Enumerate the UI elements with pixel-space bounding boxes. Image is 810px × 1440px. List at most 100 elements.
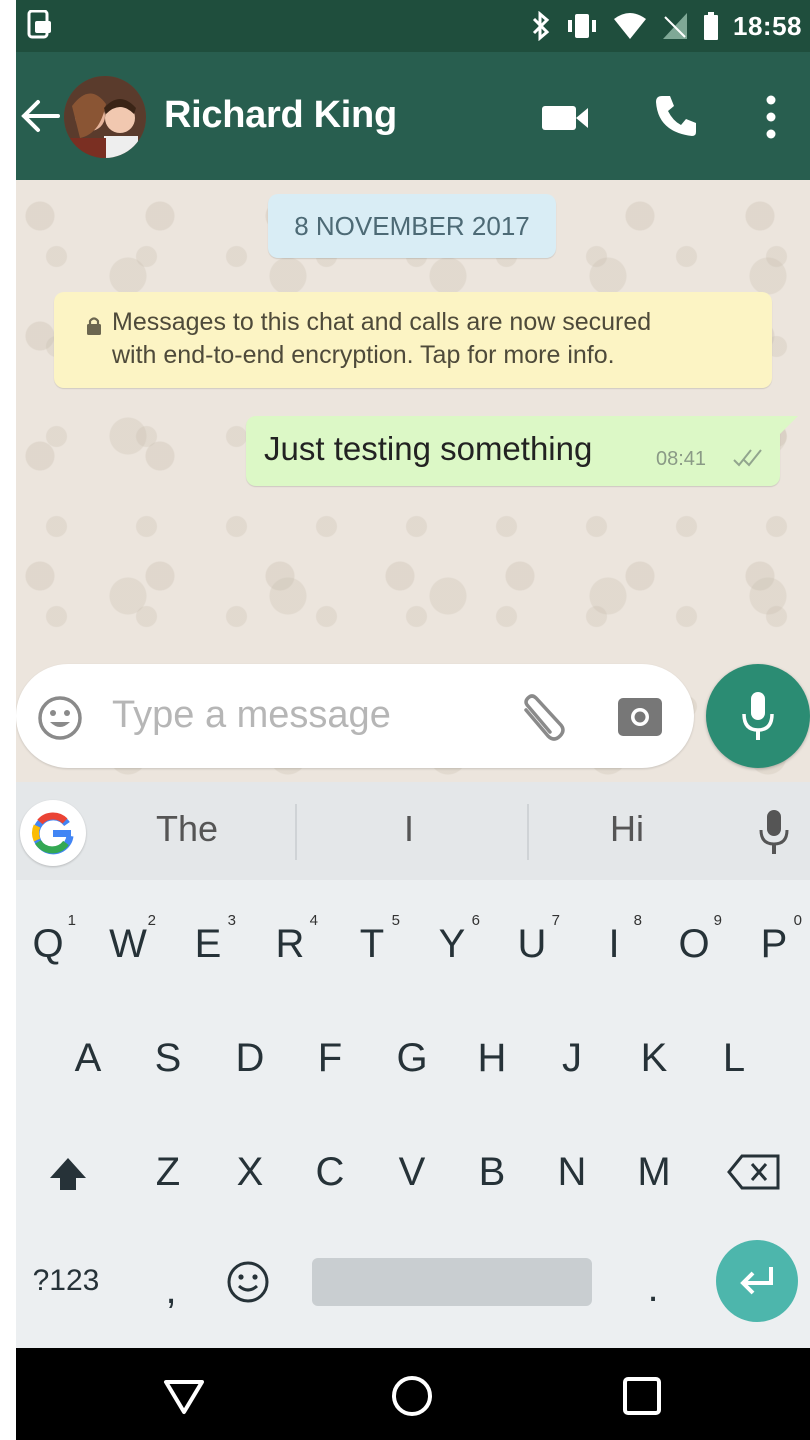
key-p[interactable]: P0 [752,912,802,967]
more-vert-icon[interactable] [758,92,784,142]
lock-icon [87,317,101,335]
key-c[interactable]: C [308,1150,352,1195]
key-i[interactable]: I8 [592,912,642,967]
key-w[interactable]: W2 [106,912,156,967]
key-s[interactable]: S [146,1036,190,1081]
home-nav-icon[interactable] [390,1374,434,1418]
recents-nav-icon[interactable] [620,1374,664,1418]
camera-icon[interactable] [616,694,664,738]
status-icons: 18:58 [531,8,802,44]
suggestion-divider [295,804,297,860]
voice-input-icon[interactable] [758,806,790,858]
key-number-hint: 6 [471,912,480,929]
key-label: I [608,922,620,966]
phone-screen: 18:58 Richard King 8 NOVEMBER 2017 Messa… [16,0,810,1440]
avatar-photo [64,76,146,158]
encryption-line-1: Messages to this chat and calls are now … [112,308,652,336]
key-label: T [359,922,385,966]
period-key[interactable]: . [638,1266,668,1311]
back-arrow-icon[interactable] [18,94,62,138]
message-time: 08:41 [656,448,707,470]
key-j[interactable]: J [550,1036,594,1081]
screenshot-icon [27,10,51,39]
message-input[interactable]: Type a message [112,694,391,737]
suggestion-strip: The I Hi [16,782,810,880]
key-f[interactable]: F [308,1036,352,1081]
key-m[interactable]: M [632,1150,676,1195]
key-d[interactable]: D [228,1036,272,1081]
message-text: Just testing something [264,430,593,467]
spacebar[interactable] [312,1258,592,1306]
backspace-icon[interactable] [726,1152,782,1192]
key-o[interactable]: O9 [672,912,722,967]
contact-name[interactable]: Richard King [164,94,397,137]
key-x[interactable]: X [228,1150,272,1195]
key-z[interactable]: Z [146,1150,190,1195]
bluetooth-icon [532,11,550,41]
key-b[interactable]: B [470,1150,514,1195]
key-number-hint: 7 [551,912,560,929]
key-k[interactable]: K [632,1036,676,1081]
key-e[interactable]: E3 [186,912,236,967]
key-n[interactable]: N [550,1150,594,1195]
key-label: R [275,922,305,966]
no-signal-icon [663,13,687,39]
key-number-hint: 3 [227,912,236,929]
double-check-icon [733,449,762,467]
chat-header: Richard King [16,52,810,180]
key-u[interactable]: U7 [510,912,560,967]
key-label: U [517,922,547,966]
status-time: 18:58 [733,10,802,41]
key-number-hint: 5 [391,912,400,929]
key-label: W [109,922,147,966]
key-number-hint: 0 [793,912,802,929]
key-y[interactable]: Y6 [430,912,480,967]
key-label: E [194,922,222,966]
video-call-icon[interactable] [540,100,592,136]
shift-icon[interactable] [46,1152,90,1196]
key-number-hint: 4 [309,912,318,929]
google-icon[interactable] [20,800,86,866]
attach-icon[interactable] [512,692,568,744]
message-input-bar: Type a message [16,664,694,768]
key-g[interactable]: G [390,1036,434,1081]
key-label: P [760,922,788,966]
google-g-logo [32,812,74,855]
suggestion-2[interactable]: I [404,808,414,850]
encryption-line-2: with end-to-end encryption. Tap for more… [112,341,615,369]
battery-icon [704,12,718,40]
outgoing-message[interactable]: Just testing something 08:41 [246,416,798,486]
comma-key[interactable]: , [156,1268,186,1313]
back-nav-icon[interactable] [162,1374,206,1418]
status-bar: 18:58 [16,0,810,52]
keyboard: The I Hi Q1 W2 E3 R4 T5 Y6 U7 I8 O9 P0 A… [16,782,810,1348]
key-label: Y [438,922,466,966]
enter-key[interactable] [716,1240,798,1322]
vibrate-icon [568,14,596,38]
key-number-hint: 9 [713,912,722,929]
key-a[interactable]: A [66,1036,110,1081]
key-label: O [678,922,710,966]
emoji-key-icon[interactable] [224,1258,272,1306]
key-h[interactable]: H [470,1036,514,1081]
phone-icon[interactable] [652,92,700,140]
suggestion-1[interactable]: The [156,808,218,850]
voice-record-button[interactable] [706,664,810,768]
emoji-icon[interactable] [36,694,84,742]
suggestion-3[interactable]: Hi [610,808,644,850]
key-number-hint: 8 [633,912,642,929]
key-v[interactable]: V [390,1150,434,1195]
key-number-hint: 2 [147,912,156,929]
contact-avatar[interactable] [64,76,146,158]
key-l[interactable]: L [712,1036,756,1081]
enter-icon [740,1267,773,1295]
navigation-bar [16,1348,810,1440]
key-r[interactable]: R4 [268,912,318,967]
key-label: Q [32,922,64,966]
mic-icon [742,692,774,740]
symbols-key[interactable]: ?123 [26,1264,106,1298]
key-t[interactable]: T5 [350,912,400,967]
key-q[interactable]: Q1 [26,912,76,967]
encryption-notice[interactable]: Messages to this chat and calls are now … [54,292,772,388]
wifi-icon [614,13,646,39]
